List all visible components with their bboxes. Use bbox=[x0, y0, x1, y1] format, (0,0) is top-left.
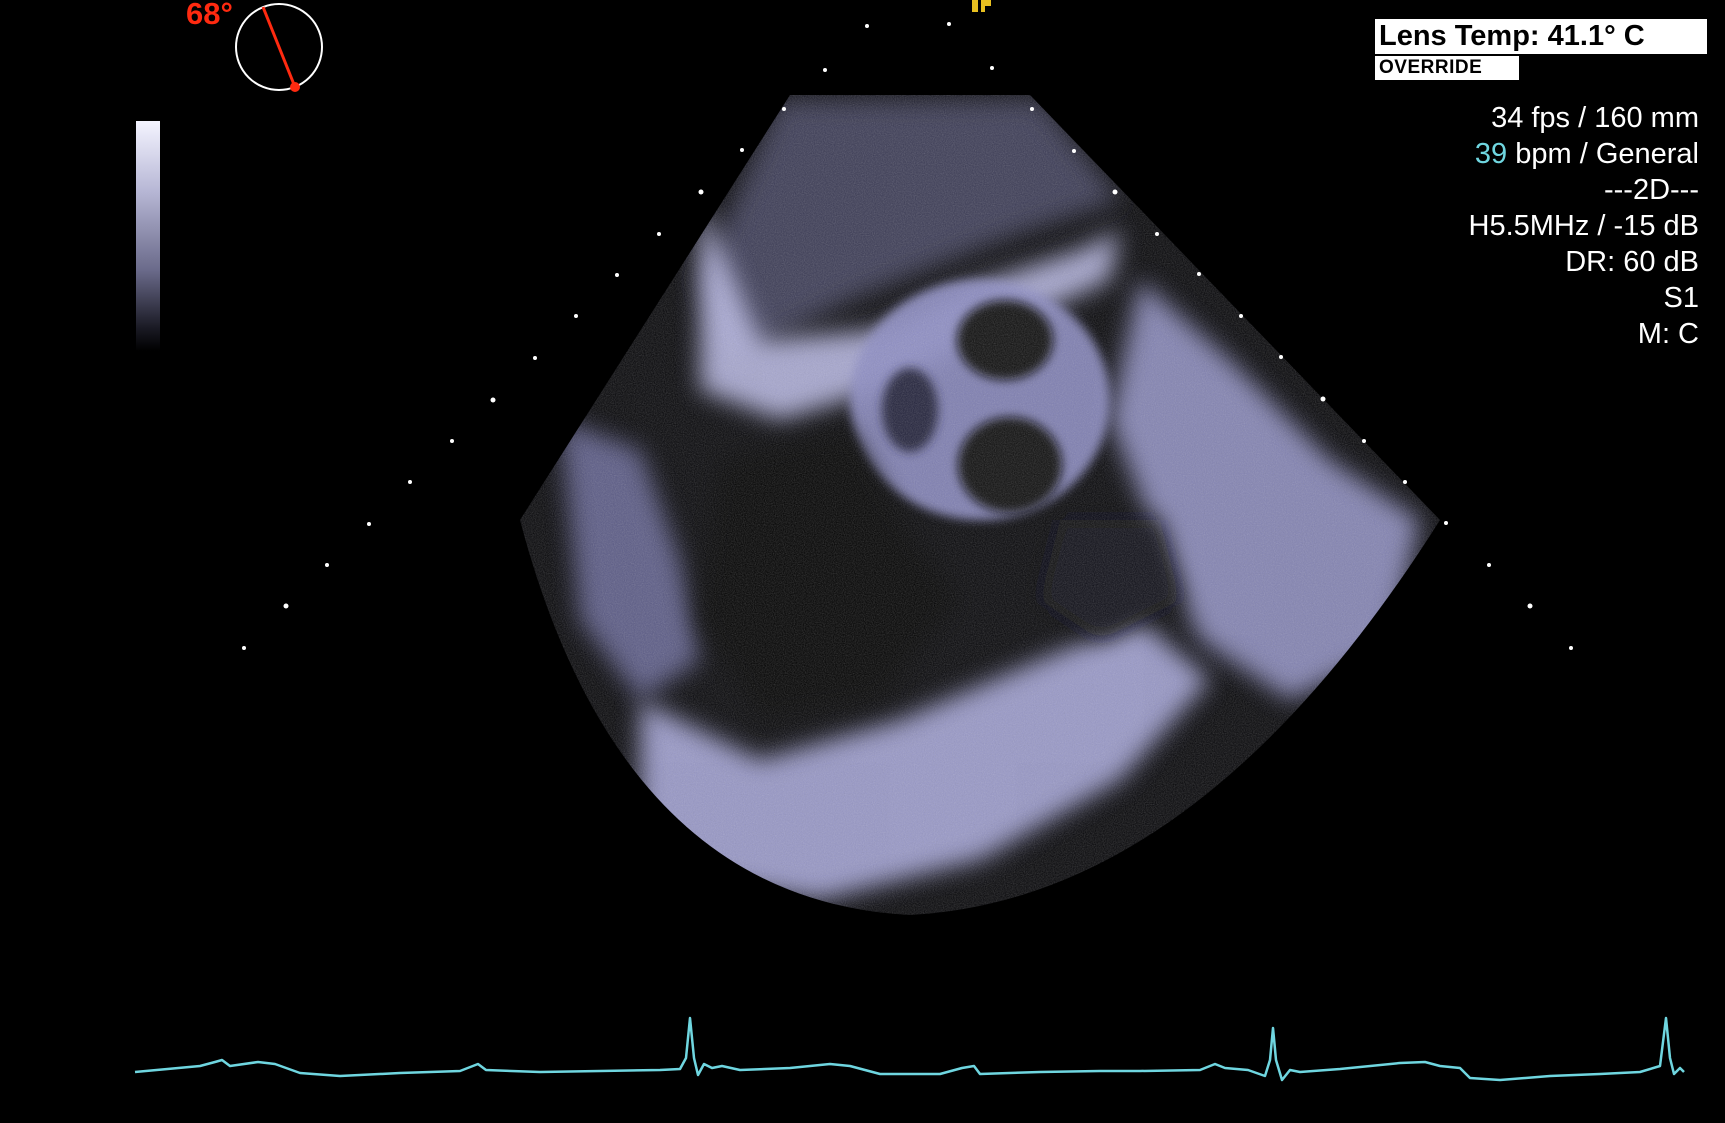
ecg-trace bbox=[134, 1016, 1685, 1082]
ultrasound-screen: 68° Lens Temp: 41.1° C OVERRIDE 34 fps /… bbox=[0, 0, 1725, 1123]
